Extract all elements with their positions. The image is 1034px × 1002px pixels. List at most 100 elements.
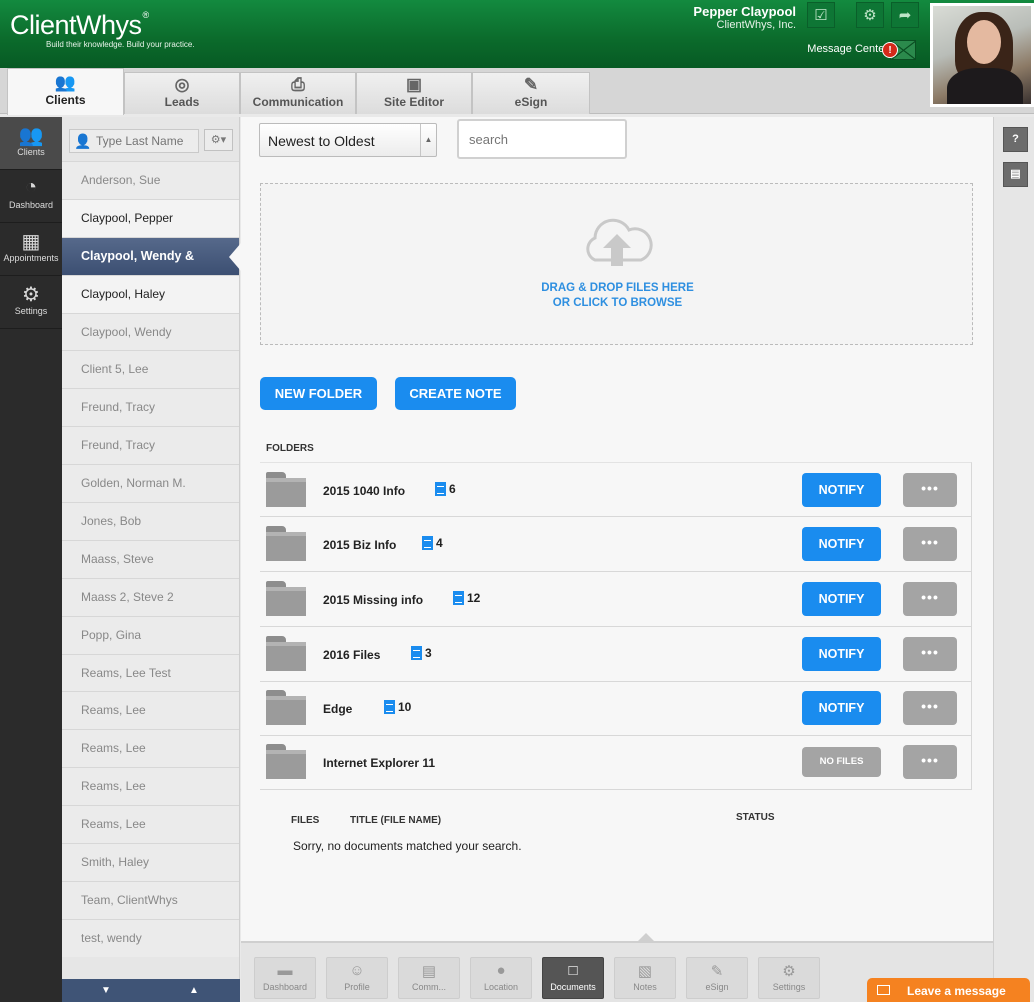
folder-name[interactable]: 2015 Biz Info [323, 538, 396, 552]
document-icon [435, 482, 446, 496]
tab-esign[interactable]: ✎ eSign [472, 72, 590, 114]
folder-row[interactable]: 2015 Biz Info 4 NOTIFY ••• [260, 517, 972, 572]
documents-main: Newest to Oldest ▲ DRAG & DROP FILES HER… [241, 117, 993, 1002]
more-options-button[interactable]: ••• [903, 527, 957, 561]
client-list-item[interactable]: Claypool, Haley [62, 274, 239, 313]
message-center-label[interactable]: Message Center [807, 43, 888, 55]
client-list-item[interactable]: Reams, Lee [62, 729, 239, 768]
document-icon [422, 536, 433, 550]
client-list-item[interactable]: Claypool, Wendy & [62, 236, 241, 275]
client-options-button[interactable]: ⚙▾ [204, 129, 233, 151]
folder-name[interactable]: Internet Explorer 11 [323, 756, 435, 770]
status-column-header: STATUS [736, 812, 775, 823]
client-list-item[interactable]: Reams, Lee Test [62, 653, 239, 692]
section-tab-esign[interactable]: ✎ eSign [686, 957, 748, 999]
gear-icon: ⚙ [22, 284, 40, 306]
gear-icon: ⚙▾ [210, 134, 227, 146]
folder-icon [266, 472, 306, 507]
folder-row[interactable]: Internet Explorer 11 NO FILES ••• [260, 735, 972, 790]
client-list-item[interactable]: Team, ClientWhys [62, 880, 239, 919]
folder-icon [266, 526, 306, 561]
client-list-item[interactable]: Smith, Haley [62, 843, 239, 881]
client-list-item[interactable]: Maass, Steve [62, 539, 239, 578]
client-list-item[interactable]: Jones, Bob [62, 502, 239, 540]
scroll-up-icon[interactable]: ▲ [189, 985, 199, 996]
gear-icon[interactable]: ⚙ [856, 2, 884, 28]
document-search-input[interactable] [457, 119, 627, 159]
folder-row[interactable]: Edge 10 NOTIFY ••• [260, 681, 972, 736]
folders-heading: FOLDERS [266, 443, 314, 454]
rail-item-appointments[interactable]: ▦ Appointments [0, 223, 62, 276]
document-count: 10 [384, 700, 411, 714]
client-list-item[interactable]: Claypool, Wendy [62, 312, 239, 351]
printer-icon: ⎙ [291, 75, 305, 94]
cloud-upload-icon [586, 218, 653, 266]
client-list-item[interactable]: Anderson, Sue [62, 161, 239, 199]
folder-name[interactable]: 2015 Missing info [323, 593, 423, 607]
client-list-item[interactable]: Maass 2, Steve 2 [62, 577, 239, 616]
folder-row[interactable]: 2015 Missing info 12 NOTIFY ••• [260, 572, 972, 627]
client-list-item[interactable]: Popp, Gina [62, 615, 239, 654]
section-tab-dashboard[interactable]: ▬ Dashboard [254, 957, 316, 999]
checkbox-icon[interactable]: ☑ [807, 2, 835, 28]
client-list-item[interactable]: Golden, Norman M. [62, 464, 239, 503]
more-options-button[interactable]: ••• [903, 473, 957, 507]
folder-name[interactable]: 2016 Files [323, 648, 380, 662]
new-folder-button[interactable]: NEW FOLDER [260, 377, 377, 410]
create-note-button[interactable]: CREATE NOTE [395, 377, 516, 410]
file-dropzone[interactable]: DRAG & DROP FILES HERE OR CLICK TO BROWS… [260, 183, 973, 345]
tab-clients[interactable]: 👥 Clients [7, 68, 124, 115]
notify-button[interactable]: NOTIFY [802, 527, 881, 561]
map-pin-icon: ● [496, 962, 506, 979]
client-list-item[interactable]: Reams, Lee [62, 691, 239, 730]
notify-button[interactable]: NOTIFY [802, 691, 881, 725]
client-list-item[interactable]: Claypool, Pepper [62, 198, 239, 237]
window-icon: ▣ [405, 75, 423, 94]
rail-item-dashboard[interactable]: ◔ Dashboard [0, 170, 62, 223]
client-list-item[interactable]: Freund, Tracy [62, 388, 239, 427]
section-tab-notes[interactable]: ▧ Notes [614, 957, 676, 999]
section-tab-location[interactable]: ● Location [470, 957, 532, 999]
client-list-item[interactable]: Client 5, Lee [62, 350, 239, 389]
client-list-item[interactable]: Freund, Tracy [62, 426, 239, 465]
section-tab-comm[interactable]: ▤ Comm... [398, 957, 460, 999]
notify-button[interactable]: NOTIFY [802, 473, 881, 507]
person-icon: 👤 [74, 133, 92, 149]
folder-name[interactable]: 2015 1040 Info [323, 484, 405, 498]
library-icon[interactable]: ▤ [1003, 162, 1028, 187]
client-list-item[interactable]: Reams, Lee [62, 767, 239, 806]
scroll-down-icon[interactable]: ▼ [101, 985, 111, 996]
section-tab-profile[interactable]: ☺ Profile [326, 957, 388, 999]
client-search-row: 👤 ⚙▾ [62, 117, 239, 161]
tab-site-editor[interactable]: ▣ Site Editor [356, 72, 472, 114]
folder-row[interactable]: 2016 Files 3 NOTIFY ••• [260, 627, 972, 682]
rail-item-settings[interactable]: ⚙ Settings [0, 276, 62, 329]
side-rail: 👥 Clients ◔ Dashboard ▦ Appointments ⚙ S… [0, 117, 62, 1002]
leave-message-button[interactable]: Leave a message [867, 978, 1030, 1002]
rail-item-clients[interactable]: 👥 Clients [0, 117, 62, 170]
avatar[interactable] [930, 3, 1034, 107]
help-button[interactable]: ? [1003, 127, 1028, 152]
client-list-item[interactable]: Reams, Lee [62, 805, 239, 844]
user-company: ClientWhys, Inc. [716, 19, 796, 31]
logo[interactable]: ClientWhys® [10, 10, 149, 41]
more-options-button[interactable]: ••• [903, 637, 957, 671]
more-options-button[interactable]: ••• [903, 745, 957, 779]
section-tab-documents[interactable]: □ Documents [542, 957, 604, 999]
pencil-icon: ✎ [523, 75, 539, 94]
notify-button[interactable]: NOTIFY [802, 637, 881, 671]
folder-row[interactable]: 2015 1040 Info 6 NOTIFY ••• [260, 462, 972, 517]
share-icon[interactable]: ➦ [891, 2, 919, 28]
more-options-button[interactable]: ••• [903, 582, 957, 616]
notify-button[interactable]: NOTIFY [802, 582, 881, 616]
target-icon: ◎ [174, 75, 190, 94]
section-tab-settings[interactable]: ⚙ Settings [758, 957, 820, 999]
documents-icon: □ [568, 962, 578, 979]
tab-leads[interactable]: ◎ Leads [124, 72, 240, 114]
tab-communication[interactable]: ⎙ Communication [240, 72, 356, 114]
more-options-button[interactable]: ••• [903, 691, 957, 725]
folder-name[interactable]: Edge [323, 702, 352, 716]
sort-order-select[interactable]: Newest to Oldest ▲ [259, 123, 437, 157]
client-list-item[interactable]: test, wendy [62, 918, 239, 957]
title-column-header: TITLE (FILE NAME) [350, 815, 442, 826]
